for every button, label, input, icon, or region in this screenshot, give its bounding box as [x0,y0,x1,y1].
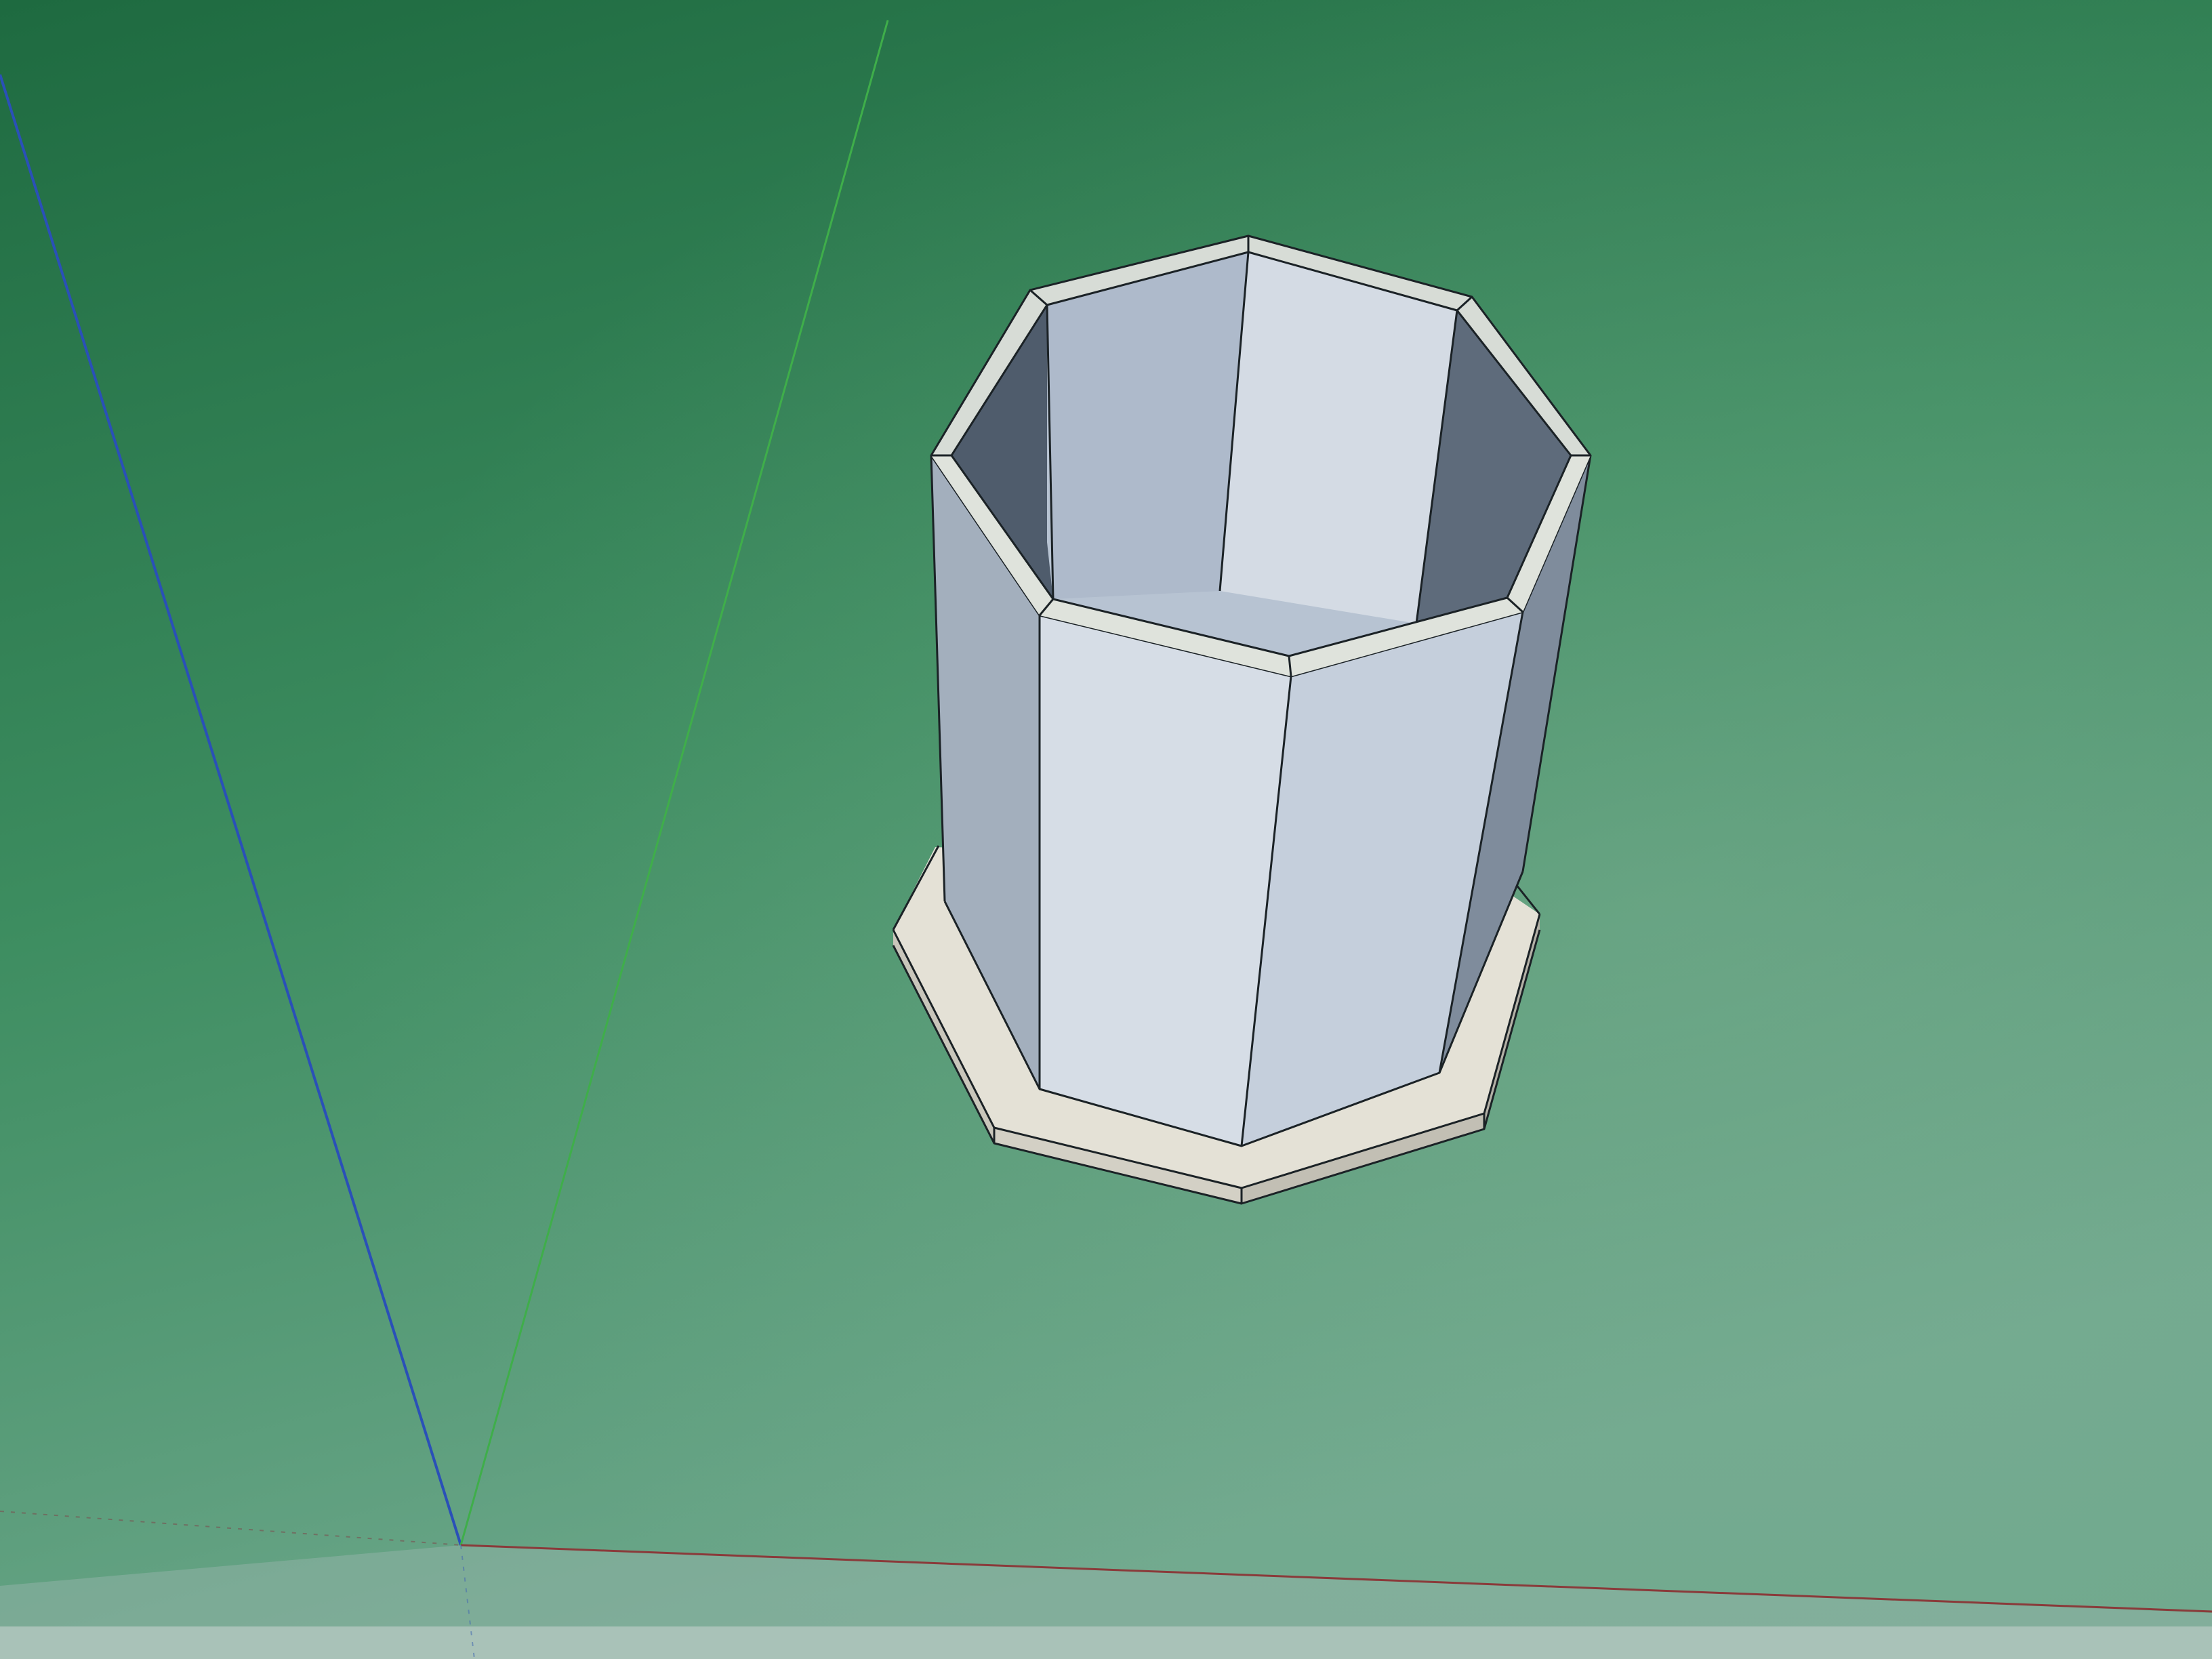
inner-wall-back-left [1047,252,1248,599]
modeling-viewport[interactable] [0,0,2212,1659]
octagonal-cup-model[interactable] [892,234,1592,1205]
screen-bottom-band [0,1626,2212,1659]
3d-scene-canvas[interactable] [0,0,2212,1659]
inner-wall-back-right [1220,252,1457,623]
